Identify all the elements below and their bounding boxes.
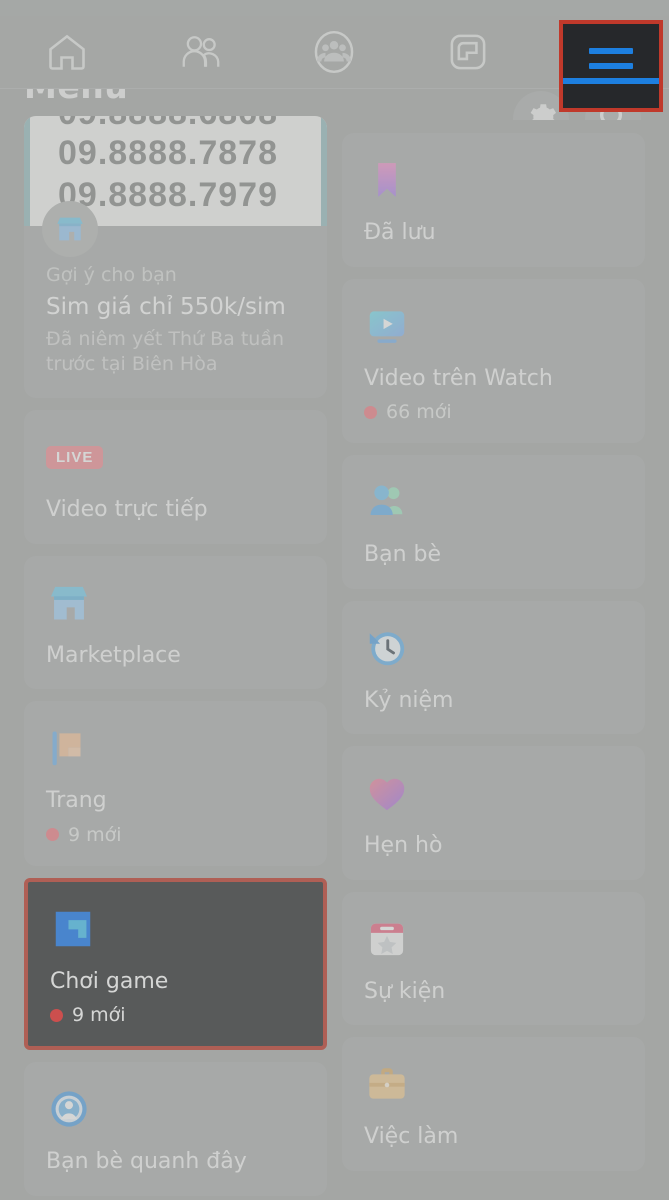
suggestion-meta: Đã niêm yết Thứ Ba tuần trước tại Biên H… (46, 328, 285, 375)
watch-video-icon (364, 301, 623, 351)
menu-item-ky-niem[interactable]: Kỷ niệm (342, 600, 645, 734)
menu-item-marketplace[interactable]: Marketplace (24, 555, 327, 690)
top-navigation-bar (0, 16, 669, 112)
menu-item-label: Video trên Watch (364, 365, 553, 391)
marketplace-store-icon (42, 201, 98, 257)
gaming-icon (446, 30, 490, 74)
suggestion-phone-line-1: 09.8888.7878 (58, 134, 278, 172)
menu-screen: Menu 09.8888.68 (0, 0, 669, 1200)
home-icon (45, 30, 89, 74)
nav-friends-button[interactable] (134, 16, 268, 88)
menu-item-label: Marketplace (46, 642, 181, 668)
menu-item-count: 9 mới (72, 1004, 126, 1027)
jobs-briefcase-icon (364, 1059, 623, 1109)
menu-item-label: Bạn bè (364, 542, 442, 567)
menu-grid: 09.8888.6868 09.8888.7878 09.8888.7979 G… (0, 116, 669, 1200)
menu-item-label: Đã lưu (364, 220, 436, 245)
menu-item-label: Kỷ niệm (364, 687, 454, 713)
events-calendar-icon (364, 914, 623, 964)
suggestion-title: Sim giá chỉ 550k/sim (46, 294, 286, 320)
menu-item-da-luu[interactable]: Đã lưu (342, 133, 645, 267)
menu-item-count: 9 mới (68, 823, 122, 846)
suggestion-sponsor-label: Gợi ý cho bạn (46, 264, 177, 286)
menu-item-viec-lam[interactable]: Việc làm (342, 1037, 645, 1171)
menu-item-count: 66 mới (386, 401, 452, 423)
menu-item-label: Trang (46, 788, 107, 814)
menu-item-badge: 9 mới (46, 824, 305, 846)
nearby-friends-icon (46, 1084, 305, 1134)
nav-menu-button[interactable] (559, 20, 663, 112)
menu-item-badge: 66 mới (364, 401, 623, 423)
menu-item-label: Hẹn hò (364, 833, 443, 858)
nav-gaming-button[interactable] (401, 16, 535, 88)
menu-tab-indicator (563, 78, 659, 84)
nav-groups-button[interactable] (268, 16, 402, 88)
dating-heart-icon (364, 768, 623, 818)
groups-icon (311, 29, 357, 75)
menu-item-label: Bạn bè quanh đây (46, 1149, 247, 1175)
pages-flag-icon (46, 723, 305, 773)
gaming-logo-icon (50, 904, 301, 954)
friends-icon (178, 30, 224, 74)
menu-item-badge: 9 mới (50, 1004, 301, 1026)
menu-item-hen-ho[interactable]: Hẹn hò (342, 746, 645, 880)
menu-column-right: Đã lưu Video trên Watch 66 mới Bạn bè Kỷ… (342, 133, 645, 1200)
badge-dot-icon (46, 828, 59, 842)
menu-item-su-kien[interactable]: Sự kiện (342, 891, 645, 1025)
badge-dot-icon (364, 405, 377, 419)
menu-item-ban-be[interactable]: Bạn bè (342, 455, 645, 589)
badge-dot-icon (50, 1008, 63, 1022)
nav-home-button[interactable] (0, 16, 134, 88)
menu-item-choi-game[interactable]: Chơi game 9 mới (24, 877, 327, 1051)
live-badge-icon: LIVE (46, 432, 305, 482)
menu-item-label: Chơi game (50, 968, 169, 994)
menu-column-left: 09.8888.6868 09.8888.7878 09.8888.7979 G… (24, 116, 327, 1200)
suggestion-phone-line-2: 09.8888.7979 (58, 176, 278, 214)
marketplace-suggestion-card[interactable]: 09.8888.6868 09.8888.7878 09.8888.7979 G… (24, 116, 327, 399)
menu-item-video-tren-watch[interactable]: Video trên Watch 66 mới (342, 278, 645, 443)
status-bar (0, 0, 669, 16)
menu-item-video-truc-tiep[interactable]: LIVE Video trực tiếp (24, 410, 327, 544)
menu-item-trang[interactable]: Trang 9 mới (24, 701, 327, 866)
friends-icon (364, 477, 623, 527)
menu-item-ban-be-quanh-day[interactable]: Bạn bè quanh đây (24, 1062, 327, 1196)
memories-clock-icon (364, 623, 623, 673)
suggestion-phone-line-0: 09.8888.6868 (58, 116, 278, 133)
page-title: Menu (24, 89, 128, 106)
menu-item-label: Sự kiện (364, 978, 446, 1004)
menu-item-label: Video trực tiếp (46, 497, 208, 523)
live-badge-text: LIVE (46, 445, 104, 469)
bookmark-icon (364, 155, 623, 205)
marketplace-store-icon (46, 578, 305, 628)
menu-item-label: Việc làm (364, 1124, 459, 1149)
